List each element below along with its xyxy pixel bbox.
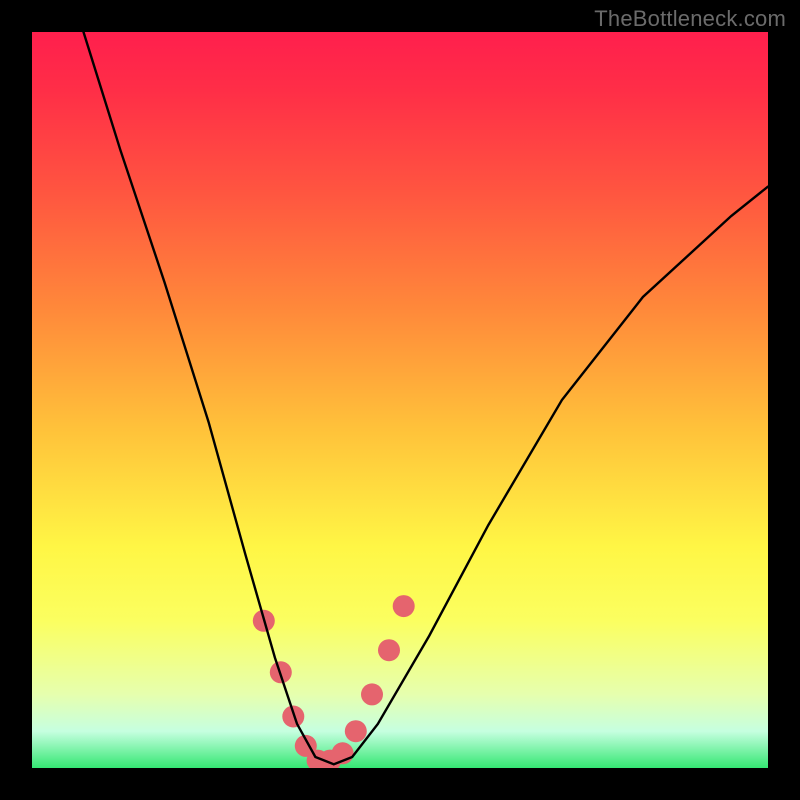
watermark-text: TheBottleneck.com bbox=[594, 6, 786, 32]
chart-svg bbox=[32, 32, 768, 768]
marker-layer bbox=[253, 595, 415, 768]
bottleneck-curve bbox=[84, 32, 769, 764]
highlight-marker bbox=[393, 595, 415, 617]
highlight-marker bbox=[345, 720, 367, 742]
plot-area bbox=[32, 32, 768, 768]
highlight-marker bbox=[378, 639, 400, 661]
outer-frame: TheBottleneck.com bbox=[0, 0, 800, 800]
highlight-marker bbox=[361, 683, 383, 705]
